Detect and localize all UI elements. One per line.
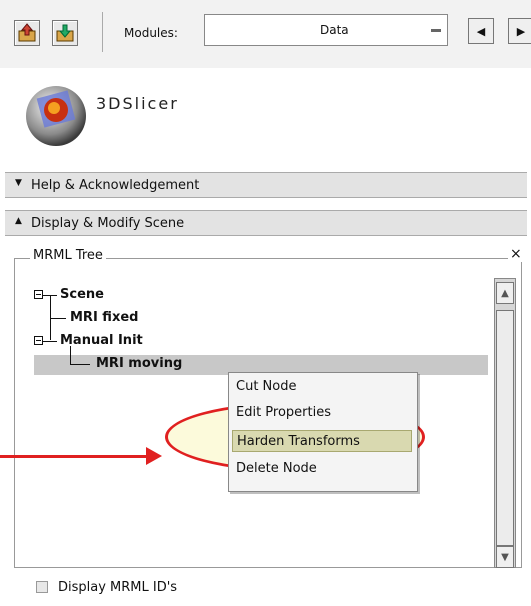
display-panel-header[interactable]: ▲ Display & Modify Scene (5, 210, 527, 236)
save-icon (56, 24, 74, 42)
display-panel-label: Display & Modify Scene (31, 216, 185, 231)
display-ids-label: Display MRML ID's (58, 580, 178, 595)
menu-item-edit-properties[interactable]: Edit Properties (232, 402, 412, 424)
toolbar-separator (102, 12, 103, 52)
collapse-icon[interactable] (34, 336, 43, 345)
collapse-icon[interactable] (34, 290, 43, 299)
help-panel-label: Help & Acknowledgement (31, 178, 200, 193)
menu-item-harden-transforms[interactable]: Harden Transforms (232, 430, 412, 452)
module-select[interactable]: Data (204, 14, 448, 46)
tree-connector (50, 318, 51, 340)
scroll-up-icon[interactable]: ▲ (496, 282, 514, 304)
tree-item-mri-fixed[interactable]: MRI fixed (70, 310, 138, 325)
menu-item-delete-node[interactable]: Delete Node (232, 458, 412, 480)
annotation-arrow (0, 455, 148, 458)
previous-module-button[interactable]: ◀ (468, 18, 494, 44)
modules-label: Modules: (124, 26, 178, 40)
close-icon[interactable]: × (508, 246, 524, 262)
scroll-down-icon[interactable]: ▼ (496, 546, 514, 568)
tree-connector (43, 341, 57, 342)
slicer-logo-icon (26, 86, 86, 146)
mrml-tree-title: MRML Tree (30, 248, 106, 263)
menu-item-cut-node[interactable]: Cut Node (232, 376, 412, 398)
load-icon (18, 23, 36, 42)
scrollbar-thumb[interactable] (496, 310, 514, 546)
load-data-button[interactable] (14, 20, 40, 46)
triangle-up-icon: ▲ (15, 216, 22, 226)
save-data-button[interactable] (52, 20, 78, 46)
tree-item-scene[interactable]: Scene (60, 287, 104, 302)
tree-connector (50, 318, 66, 319)
toolbar: Modules: Data ◀ ▶ (0, 0, 531, 68)
arrow-right-icon (146, 447, 162, 465)
tree-connector (50, 295, 51, 318)
help-panel-header[interactable]: ▼ Help & Acknowledgement (5, 172, 527, 198)
tree-item-mri-moving[interactable]: MRI moving (96, 356, 182, 371)
arrow-left-icon: ◀ (476, 24, 486, 38)
tree-connector (70, 346, 71, 364)
dropdown-icon (431, 29, 441, 32)
display-ids-checkbox[interactable] (36, 581, 48, 593)
triangle-down-icon: ▼ (15, 178, 22, 188)
next-module-button[interactable]: ▶ (508, 18, 531, 44)
tree-connector (70, 364, 90, 365)
module-select-value: Data (320, 23, 349, 37)
arrow-right-icon: ▶ (516, 24, 526, 38)
tree-item-manual-init[interactable]: Manual Init (60, 333, 143, 348)
slicer-logo-text: 3DSlicer (96, 94, 179, 113)
